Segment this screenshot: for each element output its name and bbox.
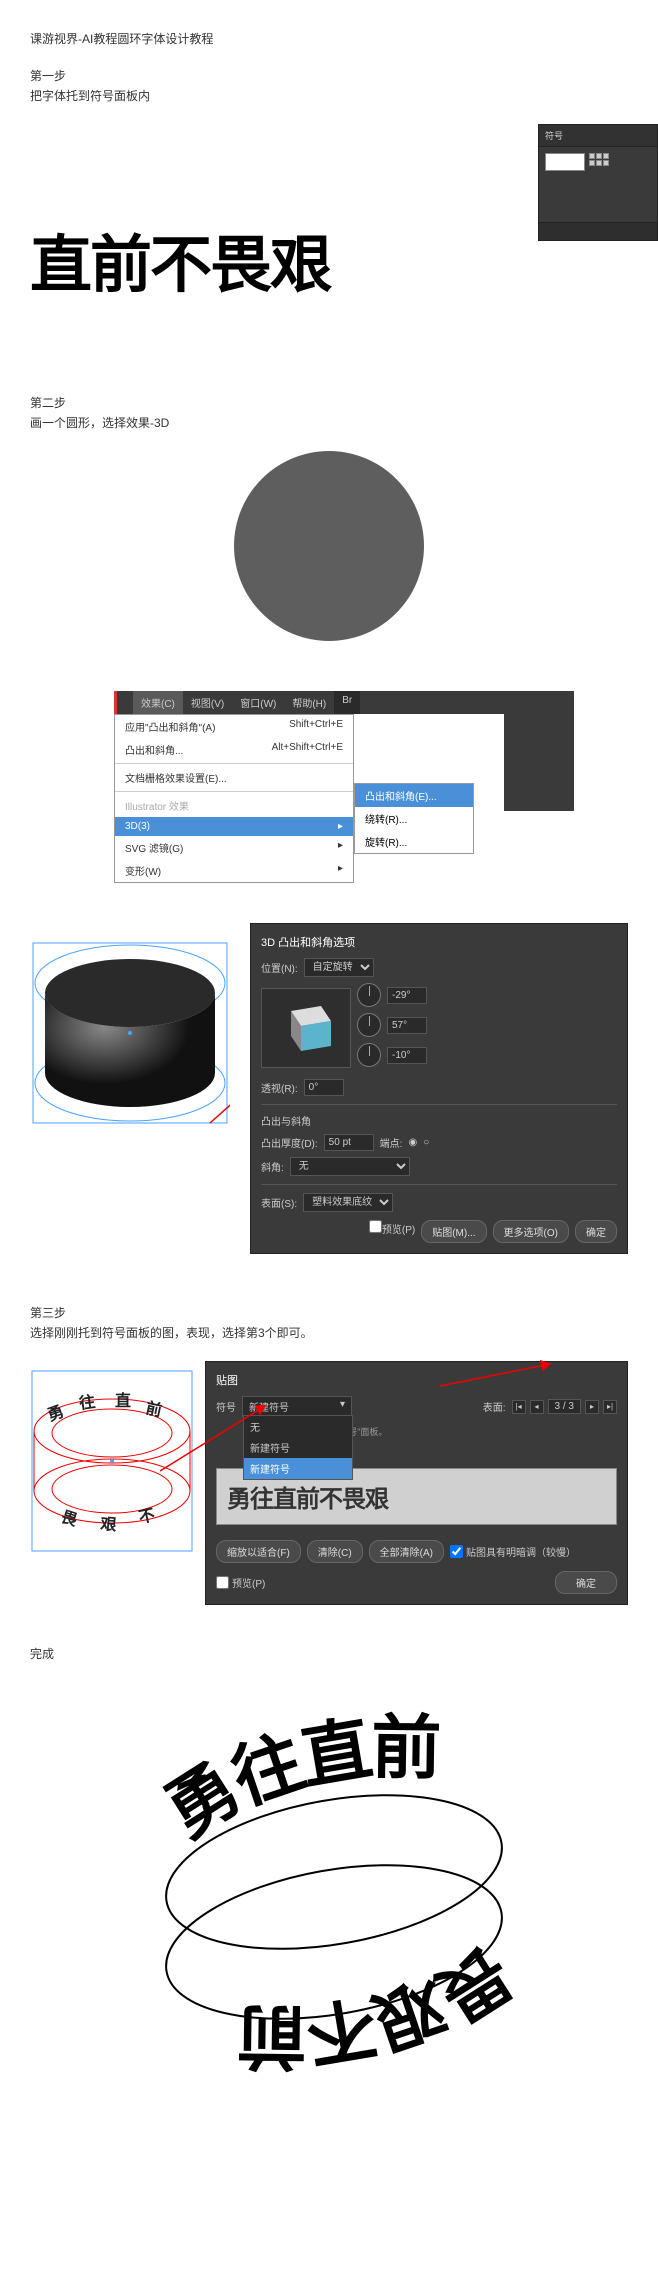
label-bevel: 斜角: bbox=[261, 1159, 284, 1174]
btn-ok[interactable]: 确定 bbox=[575, 1220, 617, 1243]
select-position[interactable]: 自定旋转 bbox=[304, 958, 374, 977]
symbols-panel: 符号 bbox=[538, 124, 658, 241]
input-rx[interactable] bbox=[387, 987, 427, 1004]
checkbox-preview[interactable]: 预览(P) bbox=[369, 1220, 415, 1243]
submenu-extrude[interactable]: 凸出和斜角(E)... bbox=[355, 784, 473, 807]
menu-help[interactable]: 帮助(H) bbox=[284, 691, 334, 714]
menu-screenshot: 效果(C) 视图(V) 窗口(W) 帮助(H) Br 应用"凸出和斜角"(A)S… bbox=[114, 691, 544, 883]
menu-item-transform[interactable]: 变形(W)▸ bbox=[115, 859, 353, 882]
svg-text:勇往直前: 勇往直前 bbox=[153, 1708, 440, 1851]
menu-item-extrude-again[interactable]: 凸出和斜角...Alt+Shift+Ctrl+E bbox=[115, 738, 353, 761]
step2-label: 第二步 bbox=[30, 394, 628, 411]
label-position: 位置(N): bbox=[261, 960, 298, 975]
checkbox-shade[interactable]: 贴图具有明暗调（较慢） bbox=[450, 1544, 576, 1559]
menu-effect[interactable]: 效果(C) bbox=[133, 691, 183, 714]
label-surface3: 表面: bbox=[483, 1399, 506, 1414]
svg-text:艰: 艰 bbox=[99, 1515, 119, 1535]
marker bbox=[114, 691, 133, 714]
menu-item-apply[interactable]: 应用"凸出和斜角"(A)Shift+Ctrl+E bbox=[115, 715, 353, 738]
circle-shape bbox=[234, 451, 424, 641]
step1-label: 第一步 bbox=[30, 67, 628, 84]
btn-ok3[interactable]: 确定 bbox=[555, 1571, 617, 1594]
dialog-title: 3D 凸出和斜角选项 bbox=[261, 934, 617, 950]
nav-prev-icon[interactable]: ◂ bbox=[530, 1400, 544, 1414]
surface-nav: |◂ ◂ 3 / 3 ▸ ▸| bbox=[512, 1399, 617, 1414]
effect-dropdown: 应用"凸出和斜角"(A)Shift+Ctrl+E 凸出和斜角...Alt+Shi… bbox=[114, 714, 354, 883]
cap-on-icon[interactable]: ◉ bbox=[408, 1137, 417, 1148]
submenu-revolve[interactable]: 绕转(R)... bbox=[355, 807, 473, 830]
step3-label: 第三步 bbox=[30, 1304, 628, 1321]
done-label: 完成 bbox=[30, 1645, 628, 1662]
svg-text:畏: 畏 bbox=[59, 1508, 81, 1530]
input-ry[interactable] bbox=[387, 1017, 427, 1034]
symbol-thumb[interactable] bbox=[545, 153, 585, 171]
submenu-3d: 凸出和斜角(E)... 绕转(R)... 旋转(R)... bbox=[354, 783, 474, 854]
cap-off-icon[interactable]: ○ bbox=[423, 1137, 429, 1148]
app-menubar: 效果(C) 视图(V) 窗口(W) 帮助(H) Br bbox=[114, 691, 544, 714]
checkbox-preview3[interactable]: 预览(P) bbox=[216, 1575, 265, 1590]
dial-x[interactable] bbox=[357, 983, 381, 1007]
input-depth[interactable] bbox=[324, 1134, 374, 1151]
section-extrude: 凸出与斜角 bbox=[261, 1113, 617, 1128]
btn-more[interactable]: 更多选项(O) bbox=[493, 1220, 569, 1243]
menu-window[interactable]: 窗口(W) bbox=[232, 691, 284, 714]
svg-text:畏艰不前: 畏艰不前 bbox=[238, 1932, 525, 2075]
nav-last-icon[interactable]: ▸| bbox=[603, 1400, 617, 1414]
symbols-panel-title: 符号 bbox=[539, 125, 657, 147]
input-rz[interactable] bbox=[387, 1047, 427, 1064]
btn-map[interactable]: 贴图(M)... bbox=[421, 1220, 486, 1243]
menu-view[interactable]: 视图(V) bbox=[183, 691, 232, 714]
select-surface[interactable]: 塑料效果底纹 bbox=[303, 1193, 393, 1212]
btn-fit[interactable]: 缩放以适合(F) bbox=[216, 1540, 301, 1563]
menu-item-docfx[interactable]: 文档栅格效果设置(E)... bbox=[115, 766, 353, 789]
menu-item-3d[interactable]: 3D(3)▸ bbox=[115, 817, 353, 836]
annotation-arrow-1 bbox=[160, 1401, 280, 1501]
nav-next-icon[interactable]: ▸ bbox=[585, 1400, 599, 1414]
label-surface: 表面(S): bbox=[261, 1195, 297, 1210]
label-cap: 端点: bbox=[380, 1135, 403, 1150]
nav-first-icon[interactable]: |◂ bbox=[512, 1400, 526, 1414]
input-perspective[interactable] bbox=[304, 1079, 344, 1096]
label-depth: 凸出厚度(D): bbox=[261, 1135, 318, 1150]
btn-clear[interactable]: 清除(C) bbox=[307, 1540, 363, 1563]
submenu-rotate[interactable]: 旋转(R)... bbox=[355, 830, 473, 853]
symbols-panel-footer bbox=[539, 222, 657, 240]
surface-index: 3 / 3 bbox=[548, 1399, 581, 1414]
dial-z[interactable] bbox=[357, 1043, 381, 1067]
menu-item-svg[interactable]: SVG 滤镜(G)▸ bbox=[115, 836, 353, 859]
svg-text:不: 不 bbox=[137, 1507, 156, 1527]
dialog-3d-extrude: 3D 凸出和斜角选项 位置(N): 自定旋转 透视(R): 凸出与斜角 凸出厚度… bbox=[250, 923, 628, 1254]
hint-text: "符号"面板。 bbox=[336, 1425, 617, 1438]
symbol-thumb-grid[interactable] bbox=[589, 153, 611, 171]
annotation-arrow-2 bbox=[440, 1356, 560, 1396]
dial-y[interactable] bbox=[357, 1013, 381, 1037]
menu-br[interactable]: Br bbox=[334, 691, 360, 714]
svg-text:直: 直 bbox=[115, 1391, 131, 1410]
cube-preview[interactable] bbox=[261, 988, 351, 1068]
svg-text:往: 往 bbox=[78, 1392, 97, 1413]
cylinder-preview bbox=[30, 923, 230, 1143]
surface-text: 勇往直前不畏艰 bbox=[227, 1479, 606, 1514]
label-perspective: 透视(R): bbox=[261, 1080, 298, 1095]
step1-screenshot: 直前不畏艰 符号 bbox=[30, 124, 628, 354]
page-title: 课游视界-AI教程圆环字体设计教程 bbox=[30, 30, 628, 47]
btn-clearall[interactable]: 全部清除(A) bbox=[369, 1540, 444, 1563]
step2-desc: 画一个圆形，选择效果-3D bbox=[30, 414, 628, 431]
select-bevel[interactable]: 无 bbox=[290, 1157, 410, 1176]
final-result: 勇往直前 畏艰不前 bbox=[129, 1692, 529, 2092]
menu-section-illfx: Illustrator 效果 bbox=[115, 794, 353, 817]
right-panel-strip bbox=[504, 691, 574, 811]
step3-desc: 选择刚刚托到符号面板的图，表现，选择第3个即可。 bbox=[30, 1324, 628, 1341]
step1-desc: 把字体托到符号面板内 bbox=[30, 87, 628, 104]
